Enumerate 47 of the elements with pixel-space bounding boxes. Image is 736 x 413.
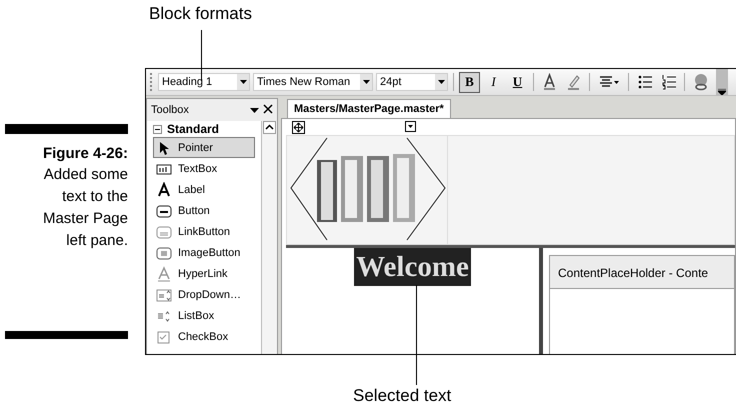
move-handle-icon[interactable]	[292, 121, 305, 134]
smart-tag-icon[interactable]	[405, 121, 416, 132]
caret-icon	[438, 80, 444, 84]
font-color-icon	[542, 73, 558, 91]
numbered-list-icon	[660, 73, 676, 91]
toolbar-overflow-button[interactable]	[716, 69, 728, 95]
dropdown-icon	[156, 286, 172, 302]
toolbox-item[interactable]: CheckBox	[153, 326, 255, 347]
highlighter-icon	[566, 73, 582, 91]
toolbox-item[interactable]: DropDown…	[153, 284, 255, 305]
checkbox-icon	[156, 328, 172, 344]
collapse-icon[interactable]	[153, 124, 162, 134]
font-size-dropdown[interactable]: 24pt	[376, 73, 448, 91]
scroll-up-icon[interactable]	[263, 121, 276, 134]
callout-label: Selected text	[353, 386, 452, 406]
font-dropdown[interactable]: Times New Roman	[253, 73, 373, 91]
toolbox-item[interactable]: Label	[153, 179, 255, 200]
grip-icon[interactable]	[150, 73, 155, 91]
toolbox-group[interactable]: Standard	[153, 121, 261, 137]
caret-icon	[240, 80, 246, 84]
toolbox-item[interactable]: ListBox	[153, 305, 255, 326]
figure-label: Figure 4-26:	[42, 144, 128, 164]
link-button-icon	[156, 224, 172, 240]
image-button-icon	[156, 244, 172, 260]
toolbox-item[interactable]: LinkButton	[153, 221, 255, 242]
format-button[interactable]: U	[507, 72, 528, 92]
bulleted-list-icon	[636, 73, 652, 91]
document-tab[interactable]: Masters/MasterPage.master*	[287, 99, 451, 118]
block-format-dropdown[interactable]: Heading 1	[158, 73, 250, 91]
overflow-caret-icon	[718, 89, 726, 95]
format-button[interactable]: I	[483, 72, 504, 92]
format-button[interactable]: B	[459, 72, 480, 92]
placeholder-header: ContentPlaceHolder - Conte	[550, 256, 734, 289]
figure-caption: Added some text to the Master Page left pane.	[42, 165, 128, 251]
toolbox-item[interactable]: TextBox	[153, 158, 255, 179]
toolbox-item[interactable]: Button	[153, 200, 255, 221]
toolbox-item[interactable]: ImageButton	[153, 242, 255, 263]
button-icon	[156, 202, 172, 218]
welcome-heading: Welcome	[354, 248, 471, 286]
callout-label: Block formats	[149, 4, 252, 24]
toolbox-title: Toolbox	[151, 104, 190, 116]
close-icon[interactable]	[263, 104, 273, 116]
hyperlink-icon	[156, 266, 172, 282]
toolbox-item[interactable]: HyperLink	[153, 263, 255, 284]
caret-icon	[362, 80, 370, 84]
toolbox-item[interactable]: Pointer	[153, 137, 255, 158]
label-icon	[156, 182, 172, 198]
